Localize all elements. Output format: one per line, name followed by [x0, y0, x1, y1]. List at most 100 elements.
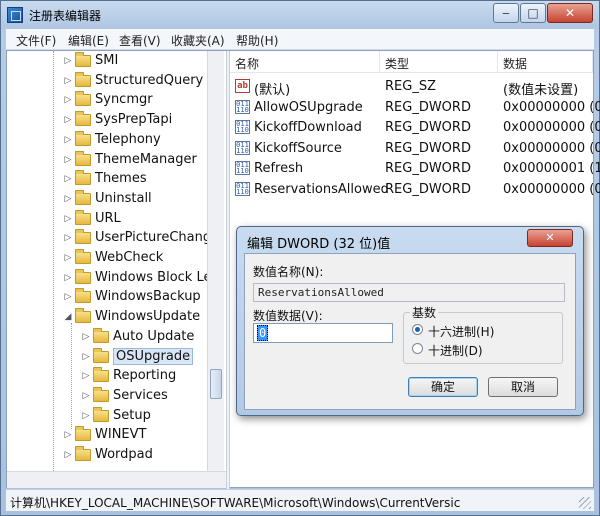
tree-item-winevt[interactable]: ▷ WINEVT: [7, 426, 207, 445]
value-name-cell: KickoffDownload: [254, 120, 362, 136]
tree-item-label[interactable]: Themes: [95, 171, 147, 186]
tree-horizontal-scrollbar[interactable]: [7, 471, 226, 488]
expand-arrow-icon[interactable]: ▷: [81, 351, 91, 363]
expand-arrow-icon[interactable]: ▷: [63, 75, 73, 87]
expand-arrow-icon[interactable]: ▷: [63, 134, 73, 146]
column-header-data[interactable]: 数据: [498, 51, 593, 73]
cancel-button[interactable]: 取消: [488, 377, 558, 397]
expand-arrow-icon[interactable]: ▷: [63, 55, 73, 67]
radio-dec-indicator[interactable]: [412, 343, 423, 354]
expand-arrow-icon[interactable]: ▷: [63, 272, 73, 284]
tree-item-label[interactable]: Setup: [113, 408, 151, 423]
tree-item-structuredquery[interactable]: ▷ StructuredQuery: [7, 71, 207, 91]
tree-item-syncmgr[interactable]: ▷ Syncmgr: [7, 91, 207, 110]
menu-file[interactable]: 文件(F): [16, 32, 56, 49]
expand-arrow-icon[interactable]: ▷: [63, 252, 73, 264]
tree-item-label[interactable]: WindowsUpdate: [95, 309, 200, 324]
value-data-input[interactable]: 0: [253, 323, 393, 343]
tree-item-label[interactable]: ThemeManager: [95, 152, 197, 167]
title-bar[interactable]: 注册表编辑器 ‒ □ ✕: [1, 1, 599, 29]
expand-arrow-icon[interactable]: ▷: [63, 291, 73, 303]
tree-item-label[interactable]: Syncmgr: [95, 92, 153, 107]
resize-grip[interactable]: [579, 497, 591, 509]
tree-item-osupgrade[interactable]: ▷ OSUpgrade: [7, 347, 207, 367]
expand-arrow-icon[interactable]: ▷: [81, 370, 91, 382]
collapse-arrow-icon[interactable]: ◢: [63, 311, 73, 323]
tree-item-windowsbackup[interactable]: ▷ WindowsBackup: [7, 288, 207, 307]
tree-item-label[interactable]: WindowsBackup: [95, 289, 201, 304]
tree-item-label[interactable]: WINEVT: [95, 427, 146, 442]
tree-item-auto-update[interactable]: ▷ Auto Update: [7, 327, 207, 347]
expand-arrow-icon[interactable]: ▷: [63, 232, 73, 244]
tree-item-label[interactable]: Telephony: [95, 132, 161, 147]
menu-help[interactable]: 帮助(H): [236, 32, 278, 49]
dialog-close-button[interactable]: ✕: [527, 229, 573, 247]
menu-bar: 文件(F) 编辑(E) 查看(V) 收藏夹(A) 帮助(H): [6, 29, 594, 50]
expand-arrow-icon[interactable]: ▷: [63, 154, 73, 166]
column-header-name[interactable]: 名称: [230, 51, 380, 73]
value-row[interactable]: 011 110 KickoffDownload REG_DWORD 0x0000000…: [230, 117, 600, 137]
close-button[interactable]: ✕: [547, 3, 593, 23]
binary-value-icon: 011 110: [235, 99, 250, 114]
tree-item-webcheck[interactable]: ▷ WebCheck: [7, 249, 207, 268]
tree-item-label[interactable]: UserPictureChang: [95, 230, 211, 245]
tree-item-label[interactable]: Reporting: [113, 368, 176, 383]
tree-item-services[interactable]: ▷ Services: [7, 386, 207, 406]
expand-arrow-icon[interactable]: ▷: [63, 449, 73, 461]
value-row[interactable]: 011 110 Refresh REG_DWORD 0x00000001 (1): [230, 158, 600, 178]
tree-item-wordpad[interactable]: ▷ Wordpad: [7, 446, 207, 465]
tree-vertical-scrollbar[interactable]: [207, 51, 224, 471]
tree-item-telephony[interactable]: ▷ Telephony: [7, 130, 207, 150]
value-row[interactable]: 011 110 KickoffSource REG_DWORD 0x00000000 …: [230, 138, 600, 158]
tree-item-userpicturechang[interactable]: ▷ UserPictureChang: [7, 229, 211, 248]
expand-arrow-icon[interactable]: ▷: [81, 410, 91, 422]
tree-item-label[interactable]: URL: [95, 211, 121, 226]
radio-hex-indicator[interactable]: [412, 324, 423, 335]
expand-arrow-icon[interactable]: ▷: [63, 94, 73, 106]
radio-dec-label[interactable]: 十进制(D): [428, 342, 483, 359]
tree-item-uninstall[interactable]: ▷ Uninstall: [7, 189, 207, 209]
tree-item-label[interactable]: Wordpad: [95, 447, 153, 462]
tree-item-themes[interactable]: ▷ Themes: [7, 170, 207, 189]
value-row[interactable]: 011 110 AllowOSUpgrade REG_DWORD 0x00000000…: [230, 97, 600, 117]
ok-button[interactable]: 确定: [408, 377, 478, 397]
menu-favorites[interactable]: 收藏夹(A): [171, 32, 225, 49]
tree-item-url[interactable]: ▷ URL: [7, 209, 207, 229]
expand-arrow-icon[interactable]: ▷: [81, 390, 91, 402]
radio-hex-label[interactable]: 十六进制(H): [428, 323, 494, 340]
expand-arrow-icon[interactable]: ▷: [63, 213, 73, 225]
tree-item-label[interactable]: SMI: [95, 53, 118, 68]
column-header-type[interactable]: 类型: [380, 51, 498, 73]
tree-item-windows-block-le[interactable]: ▷ Windows Block Le: [7, 268, 211, 288]
tree-item-thememanager[interactable]: ▷ ThemeManager: [7, 150, 207, 170]
menu-edit[interactable]: 编辑(E): [68, 32, 109, 49]
tree-item-label[interactable]: Uninstall: [95, 191, 152, 206]
value-type-cell: REG_SZ: [385, 79, 436, 94]
value-row[interactable]: 011 110 ReservationsAllowed REG_DWORD 0x000…: [230, 179, 600, 199]
tree-scroll-thumb[interactable]: [210, 369, 222, 399]
expand-arrow-icon[interactable]: ▷: [63, 114, 73, 126]
value-row[interactable]: ab (默认) REG_SZ (数值未设置): [230, 76, 593, 98]
expand-arrow-icon[interactable]: ▷: [81, 331, 91, 343]
tree-item-label[interactable]: SysPrepTapi: [95, 112, 172, 127]
dialog-body: 数值名称(N): ReservationsAllowed 数值数据(V): 0 …: [244, 253, 576, 410]
tree-item-smi[interactable]: ▷ SMI: [7, 52, 207, 71]
expand-arrow-icon[interactable]: ▷: [63, 429, 73, 441]
menu-view[interactable]: 查看(V): [119, 32, 161, 49]
tree-item-windowsupdate[interactable]: ◢ WindowsUpdate: [7, 308, 207, 327]
tree-item-label[interactable]: OSUpgrade: [113, 347, 194, 365]
tree-item-label[interactable]: Windows Block Le: [95, 270, 211, 285]
tree-item-setup[interactable]: ▷ Setup: [7, 406, 207, 426]
maximize-button[interactable]: □: [520, 3, 546, 23]
tree-item-label[interactable]: Services: [113, 388, 168, 403]
tree-item-label[interactable]: Auto Update: [113, 329, 194, 344]
tree-item-syspreptapi[interactable]: ▷ SysPrepTapi: [7, 111, 207, 130]
tree-item-label[interactable]: WebCheck: [95, 250, 163, 265]
expand-arrow-icon[interactable]: ▷: [63, 173, 73, 185]
value-type-cell: REG_DWORD: [385, 161, 471, 177]
minimize-button[interactable]: ‒: [493, 3, 519, 23]
tree-item-label[interactable]: StructuredQuery: [95, 73, 203, 88]
expand-arrow-icon[interactable]: ▷: [63, 193, 73, 205]
registry-key-tree[interactable]: ▷ SMI ▷ StructuredQuery ▷ Syncmgr ▷ SysPrepTapi…: [7, 51, 226, 471]
tree-item-reporting[interactable]: ▷ Reporting: [7, 367, 207, 386]
